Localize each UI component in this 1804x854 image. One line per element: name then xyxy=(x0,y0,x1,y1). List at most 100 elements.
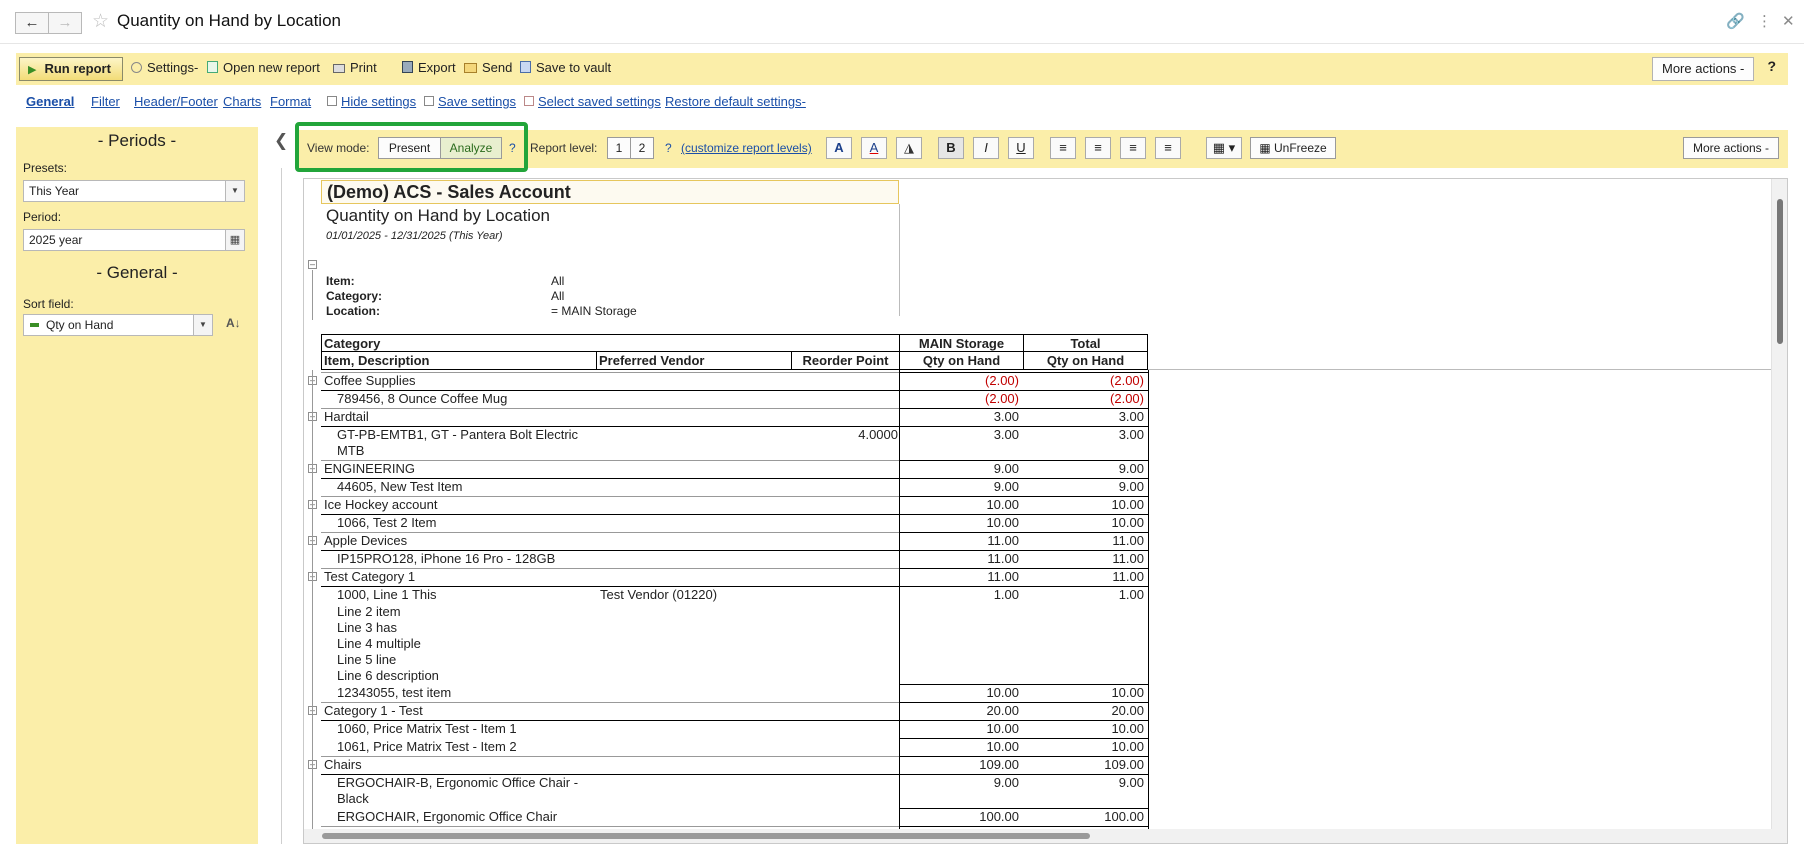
align-right-icon[interactable]: ≡ xyxy=(1120,137,1146,159)
tab-header-footer[interactable]: Header/Footer xyxy=(134,94,218,109)
item-row-label: 1061, Price Matrix Test - Item 2 xyxy=(337,739,517,754)
kebab-menu-icon[interactable]: ⋮ xyxy=(1757,12,1772,30)
horizontal-scroll-thumb[interactable] xyxy=(322,833,1090,839)
italic-button[interactable]: I xyxy=(973,137,999,159)
header-category: Category xyxy=(321,334,900,352)
more-actions-button[interactable]: More actions - xyxy=(1652,57,1755,81)
period-field[interactable]: 2025 year ▦ xyxy=(23,229,245,251)
collapse-panel-icon[interactable]: ❮ xyxy=(274,131,288,151)
borders-icon[interactable]: ▦ ▾ xyxy=(1206,137,1242,159)
fill-color-icon[interactable]: ◮ xyxy=(896,137,922,159)
sort-order-icon[interactable]: A↓ xyxy=(226,316,241,330)
vertical-scroll-thumb[interactable] xyxy=(1777,199,1783,344)
report-more-actions-button[interactable]: More actions - xyxy=(1683,137,1779,159)
run-report-button[interactable]: ▶ Run report xyxy=(19,57,123,81)
print-button[interactable]: Print xyxy=(333,58,377,80)
filter-label-category: Category: xyxy=(326,289,383,303)
align-left-icon[interactable]: ≡ xyxy=(1050,137,1076,159)
qty-total: 10.00 xyxy=(1111,685,1144,700)
qty-total: 11.00 xyxy=(1112,551,1144,566)
row-top-border xyxy=(899,426,1148,427)
settings-panel: - Periods - Presets: This Year ▼ Period:… xyxy=(16,127,258,844)
qty-main-storage: 9.00 xyxy=(993,775,1019,790)
align-justify-icon[interactable]: ≡ xyxy=(1155,137,1181,159)
select-saved-settings-link[interactable]: Select saved settings xyxy=(524,94,661,109)
presets-select[interactable]: This Year ▼ xyxy=(23,180,245,202)
qty-main-storage: 10.00 xyxy=(986,497,1019,512)
qty-main-storage: 1.00 xyxy=(993,587,1019,602)
qty-main-storage: (2.00) xyxy=(985,373,1019,388)
send-button[interactable]: Send xyxy=(464,58,512,80)
sort-field-select[interactable]: Qty on Hand ▼ xyxy=(23,314,213,336)
category-row-label: Coffee Supplies xyxy=(324,373,416,388)
tab-filter[interactable]: Filter xyxy=(91,94,120,109)
qty-total: 10.00 xyxy=(1111,739,1144,754)
report-company-name: (Demo) ACS - Sales Account xyxy=(321,180,899,204)
periods-section-title: - Periods - xyxy=(97,131,177,150)
font-color-icon[interactable]: A xyxy=(861,137,887,159)
group-top-border xyxy=(321,390,899,391)
save-to-vault-button[interactable]: Save to vault xyxy=(520,58,611,80)
qty-total: (2.00) xyxy=(1110,391,1144,406)
close-icon[interactable]: ✕ xyxy=(1782,12,1795,30)
column-separator-main xyxy=(899,370,900,843)
category-row-label: Ice Hockey account xyxy=(324,497,438,512)
qty-main-storage: 10.00 xyxy=(986,721,1019,736)
tab-general[interactable]: General xyxy=(26,94,74,109)
open-new-report-button[interactable]: Open new report xyxy=(207,58,320,80)
header-qty-on-hand-main: Qty on Hand xyxy=(899,351,1024,370)
collapse-header-icon[interactable]: – xyxy=(308,260,317,269)
export-button[interactable]: Export xyxy=(402,58,456,80)
item-row-label: GT-PB-EMTB1, GT - Pantera Bolt Electric xyxy=(337,427,579,442)
back-button[interactable]: ← xyxy=(15,12,49,34)
bold-button[interactable]: B xyxy=(938,137,964,159)
hide-settings-link[interactable]: Hide settings xyxy=(327,94,416,109)
vertical-scrollbar[interactable] xyxy=(1771,179,1787,843)
filter-value-category: All xyxy=(551,289,565,303)
qty-total: 10.00 xyxy=(1111,497,1144,512)
unfreeze-button[interactable]: ▦ UnFreeze xyxy=(1250,137,1336,159)
settings-button[interactable]: Settings- xyxy=(131,58,198,80)
save-settings-link[interactable]: Save settings xyxy=(424,94,516,109)
qty-total: 3.00 xyxy=(1118,427,1144,442)
row-top-border xyxy=(899,756,1148,757)
play-icon: ▶ xyxy=(28,64,37,76)
customize-report-levels-link[interactable]: (customize report levels) xyxy=(681,141,812,155)
row-top-border xyxy=(899,372,1148,373)
category-row-label: Hardtail xyxy=(324,409,369,424)
qty-main-storage: 10.00 xyxy=(986,739,1019,754)
tab-charts[interactable]: Charts xyxy=(223,94,261,109)
printer-icon xyxy=(333,64,345,73)
tab-format[interactable]: Format xyxy=(270,94,311,109)
qty-main-storage: 100.00 xyxy=(979,809,1019,824)
panel-divider xyxy=(281,168,282,844)
row-top-border xyxy=(899,702,1148,703)
help-button[interactable]: ? xyxy=(1767,58,1776,74)
header-bracket xyxy=(312,270,313,320)
restore-default-settings-link[interactable]: Restore default settings- xyxy=(665,94,806,109)
qty-main-storage: 11.00 xyxy=(987,533,1019,548)
row-top-border xyxy=(899,568,1148,569)
item-row-label: 12343055, test item xyxy=(337,685,452,700)
report-level-2-button[interactable]: 2 xyxy=(630,137,654,159)
item-row-label: 44605, New Test Item xyxy=(337,479,463,494)
align-center-icon[interactable]: ≡ xyxy=(1085,137,1111,159)
calendar-icon[interactable]: ▦ xyxy=(225,229,245,251)
favorite-star-icon[interactable]: ☆ xyxy=(92,10,109,33)
link-icon[interactable]: 🔗 xyxy=(1726,12,1745,30)
saved-settings-icon xyxy=(524,96,534,106)
chevron-down-icon[interactable]: ▼ xyxy=(193,314,213,336)
horizontal-scrollbar[interactable] xyxy=(304,829,1772,843)
header-reorder-point: Reorder Point xyxy=(791,351,900,370)
forward-button[interactable]: → xyxy=(48,12,82,34)
underline-button[interactable]: U xyxy=(1008,137,1034,159)
report-level-help[interactable]: ? xyxy=(665,141,672,155)
item-reorder-point: 4.0000 xyxy=(858,427,898,442)
category-top-border xyxy=(321,408,899,409)
grid-icon: ▦ xyxy=(1259,141,1271,155)
save-settings-icon xyxy=(424,96,434,106)
font-icon[interactable]: A xyxy=(826,137,852,159)
chevron-down-icon[interactable]: ▼ xyxy=(225,180,245,202)
filter-value-item: All xyxy=(551,274,565,288)
report-level-1-button[interactable]: 1 xyxy=(607,137,631,159)
